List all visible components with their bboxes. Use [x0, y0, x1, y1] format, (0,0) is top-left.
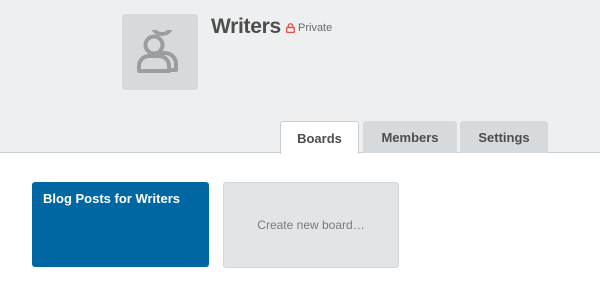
org-avatar	[122, 14, 198, 90]
visibility-badge[interactable]: Private	[286, 22, 332, 34]
visibility-label: Private	[298, 22, 333, 34]
board-tile[interactable]: Blog Posts for Writers	[32, 182, 209, 267]
create-board-label: Create new board…	[257, 218, 365, 232]
lock-icon	[286, 23, 295, 33]
tab-boards[interactable]: Boards	[280, 121, 359, 154]
create-board-button[interactable]: Create new board…	[223, 182, 399, 268]
tab-settings[interactable]: Settings	[460, 121, 548, 153]
board-title: Blog Posts for Writers	[43, 191, 181, 206]
org-title: Writers	[211, 15, 281, 38]
org-header: Writers Private Boards Members Settings	[0, 0, 600, 154]
tab-members[interactable]: Members	[363, 121, 457, 153]
group-icon	[137, 30, 178, 73]
